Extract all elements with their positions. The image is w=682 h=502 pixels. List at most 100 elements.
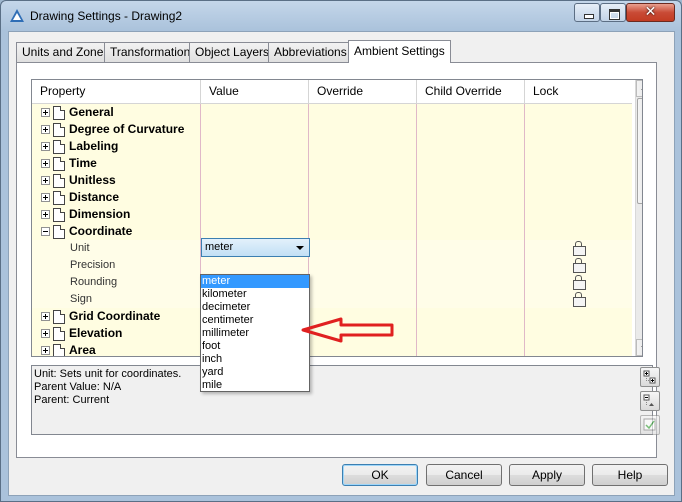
- collapse-icon[interactable]: [41, 227, 50, 236]
- property-label: Rounding: [70, 276, 118, 288]
- description-line: Parent: Current: [34, 394, 110, 406]
- expand-all-icon: [643, 370, 656, 384]
- unit-option-yard[interactable]: yard: [201, 366, 309, 379]
- property-row-rounding[interactable]: Rounding: [32, 274, 632, 291]
- red-annotation-arrow: [301, 317, 394, 343]
- cancel-button[interactable]: Cancel: [426, 464, 502, 486]
- expand-icon[interactable]: [41, 159, 50, 168]
- tab-ambient-settings[interactable]: Ambient Settings: [348, 40, 451, 63]
- pencil-check-icon: [643, 418, 656, 431]
- autocad-civil-app-icon: [10, 9, 24, 22]
- category-row-labeling[interactable]: Labeling: [32, 138, 632, 155]
- expand-icon[interactable]: [41, 329, 50, 338]
- maximize-button[interactable]: [600, 3, 626, 22]
- expand-icon[interactable]: [41, 210, 50, 219]
- unit-option-meter[interactable]: meter: [201, 275, 309, 288]
- category-label: Degree of Curvature: [69, 122, 185, 136]
- unit-option-kilometer[interactable]: kilometer: [201, 288, 309, 301]
- expand-icon[interactable]: [41, 176, 50, 185]
- scroll-thumb[interactable]: [637, 98, 642, 204]
- property-label: Precision: [70, 259, 116, 271]
- window-title: Drawing Settings - Drawing2: [30, 9, 183, 23]
- grid-vertical-scrollbar[interactable]: [635, 80, 642, 356]
- scroll-down-button[interactable]: [636, 339, 642, 356]
- column-header-lock[interactable]: Lock: [525, 80, 632, 104]
- minimize-button[interactable]: [574, 3, 600, 22]
- close-button[interactable]: ✕: [626, 3, 675, 22]
- column-header-property[interactable]: Property: [32, 80, 201, 104]
- category-icon: [53, 225, 65, 239]
- category-row-time[interactable]: Time: [32, 155, 632, 172]
- tab-units-and-zone[interactable]: Units and Zone: [16, 42, 110, 62]
- category-icon: [53, 140, 65, 154]
- unit-option-millimeter[interactable]: millimeter: [201, 327, 309, 340]
- expand-icon[interactable]: [41, 125, 50, 134]
- category-label: Coordinate: [69, 224, 133, 238]
- category-row-dimension[interactable]: Dimension: [32, 206, 632, 223]
- column-header-override[interactable]: Override: [309, 80, 417, 104]
- lock-icon[interactable]: [573, 275, 586, 290]
- close-icon: ✕: [644, 4, 657, 20]
- dialog-body: Units and Zone Transformation Object Lay…: [8, 31, 675, 496]
- lock-icon[interactable]: [573, 241, 586, 256]
- dropdown-arrow-icon[interactable]: [296, 246, 304, 250]
- collapse-all-icon: [643, 394, 654, 406]
- category-label: Dimension: [69, 207, 131, 221]
- unit-value-combobox[interactable]: meter: [201, 238, 310, 257]
- category-label: Area: [69, 343, 96, 357]
- column-header-child-override[interactable]: Child Override: [417, 80, 525, 104]
- description-line: Parent Value: N/A: [34, 381, 122, 393]
- combobox-value: meter: [205, 241, 234, 253]
- category-row-general[interactable]: General: [32, 104, 632, 121]
- tab-object-layers[interactable]: Object Layers: [189, 42, 276, 62]
- category-icon: [53, 310, 65, 324]
- expand-icon[interactable]: [41, 312, 50, 321]
- lock-icon[interactable]: [573, 292, 586, 307]
- category-row-coordinate[interactable]: Coordinate: [32, 223, 632, 240]
- description-line: Unit: Sets unit for coordinates.: [34, 368, 182, 380]
- category-label: Distance: [69, 190, 120, 204]
- expand-icon[interactable]: [41, 193, 50, 202]
- help-button[interactable]: Help: [592, 464, 668, 486]
- apply-button[interactable]: Apply: [509, 464, 585, 486]
- property-label: Sign: [70, 293, 93, 305]
- expand-all-button[interactable]: [640, 367, 660, 387]
- ambient-settings-panel: Property Value Override Child Override L…: [16, 62, 660, 458]
- property-row-sign[interactable]: Sign: [32, 291, 632, 308]
- expand-icon[interactable]: [41, 108, 50, 117]
- drawing-settings-window: Drawing Settings - Drawing2 ✕ Units and …: [0, 0, 682, 502]
- property-label: Unit: [70, 242, 90, 254]
- category-label: Unitless: [69, 173, 116, 187]
- category-label: Time: [69, 156, 97, 170]
- lock-icon[interactable]: [573, 258, 586, 273]
- unit-option-mile[interactable]: mile: [201, 379, 309, 392]
- unit-option-centimeter[interactable]: centimeter: [201, 314, 309, 327]
- property-description-box: Unit: Sets unit for coordinates. Parent …: [31, 365, 653, 435]
- category-icon: [53, 106, 65, 120]
- expand-icon[interactable]: [41, 142, 50, 151]
- category-row-degree-of-curvature[interactable]: Degree of Curvature: [32, 121, 632, 138]
- category-label: General: [69, 105, 114, 119]
- unit-option-decimeter[interactable]: decimeter: [201, 301, 309, 314]
- category-row-unitless[interactable]: Unitless: [32, 172, 632, 189]
- column-header-value[interactable]: Value: [201, 80, 309, 104]
- category-row-distance[interactable]: Distance: [32, 189, 632, 206]
- category-label: Labeling: [69, 139, 119, 153]
- unit-dropdown-list[interactable]: meter kilometer decimeter centimeter mil…: [200, 274, 310, 392]
- edit-override-button[interactable]: [640, 415, 660, 435]
- expand-icon[interactable]: [41, 346, 50, 355]
- property-row-unit[interactable]: Unit: [32, 240, 632, 257]
- title-bar[interactable]: Drawing Settings - Drawing2 ✕: [1, 1, 681, 31]
- category-icon: [53, 208, 65, 222]
- category-icon: [53, 123, 65, 137]
- unit-option-inch[interactable]: inch: [201, 353, 309, 366]
- category-label: Grid Coordinate: [69, 309, 161, 323]
- collapse-all-button[interactable]: [640, 391, 660, 411]
- tab-transformation[interactable]: Transformation: [104, 42, 197, 62]
- scroll-up-button[interactable]: [636, 80, 642, 97]
- category-icon: [53, 174, 65, 188]
- property-row-precision[interactable]: Precision: [32, 257, 632, 274]
- ok-button[interactable]: OK: [342, 464, 418, 486]
- tab-abbreviations[interactable]: Abbreviations: [268, 42, 353, 62]
- unit-option-foot[interactable]: foot: [201, 340, 309, 353]
